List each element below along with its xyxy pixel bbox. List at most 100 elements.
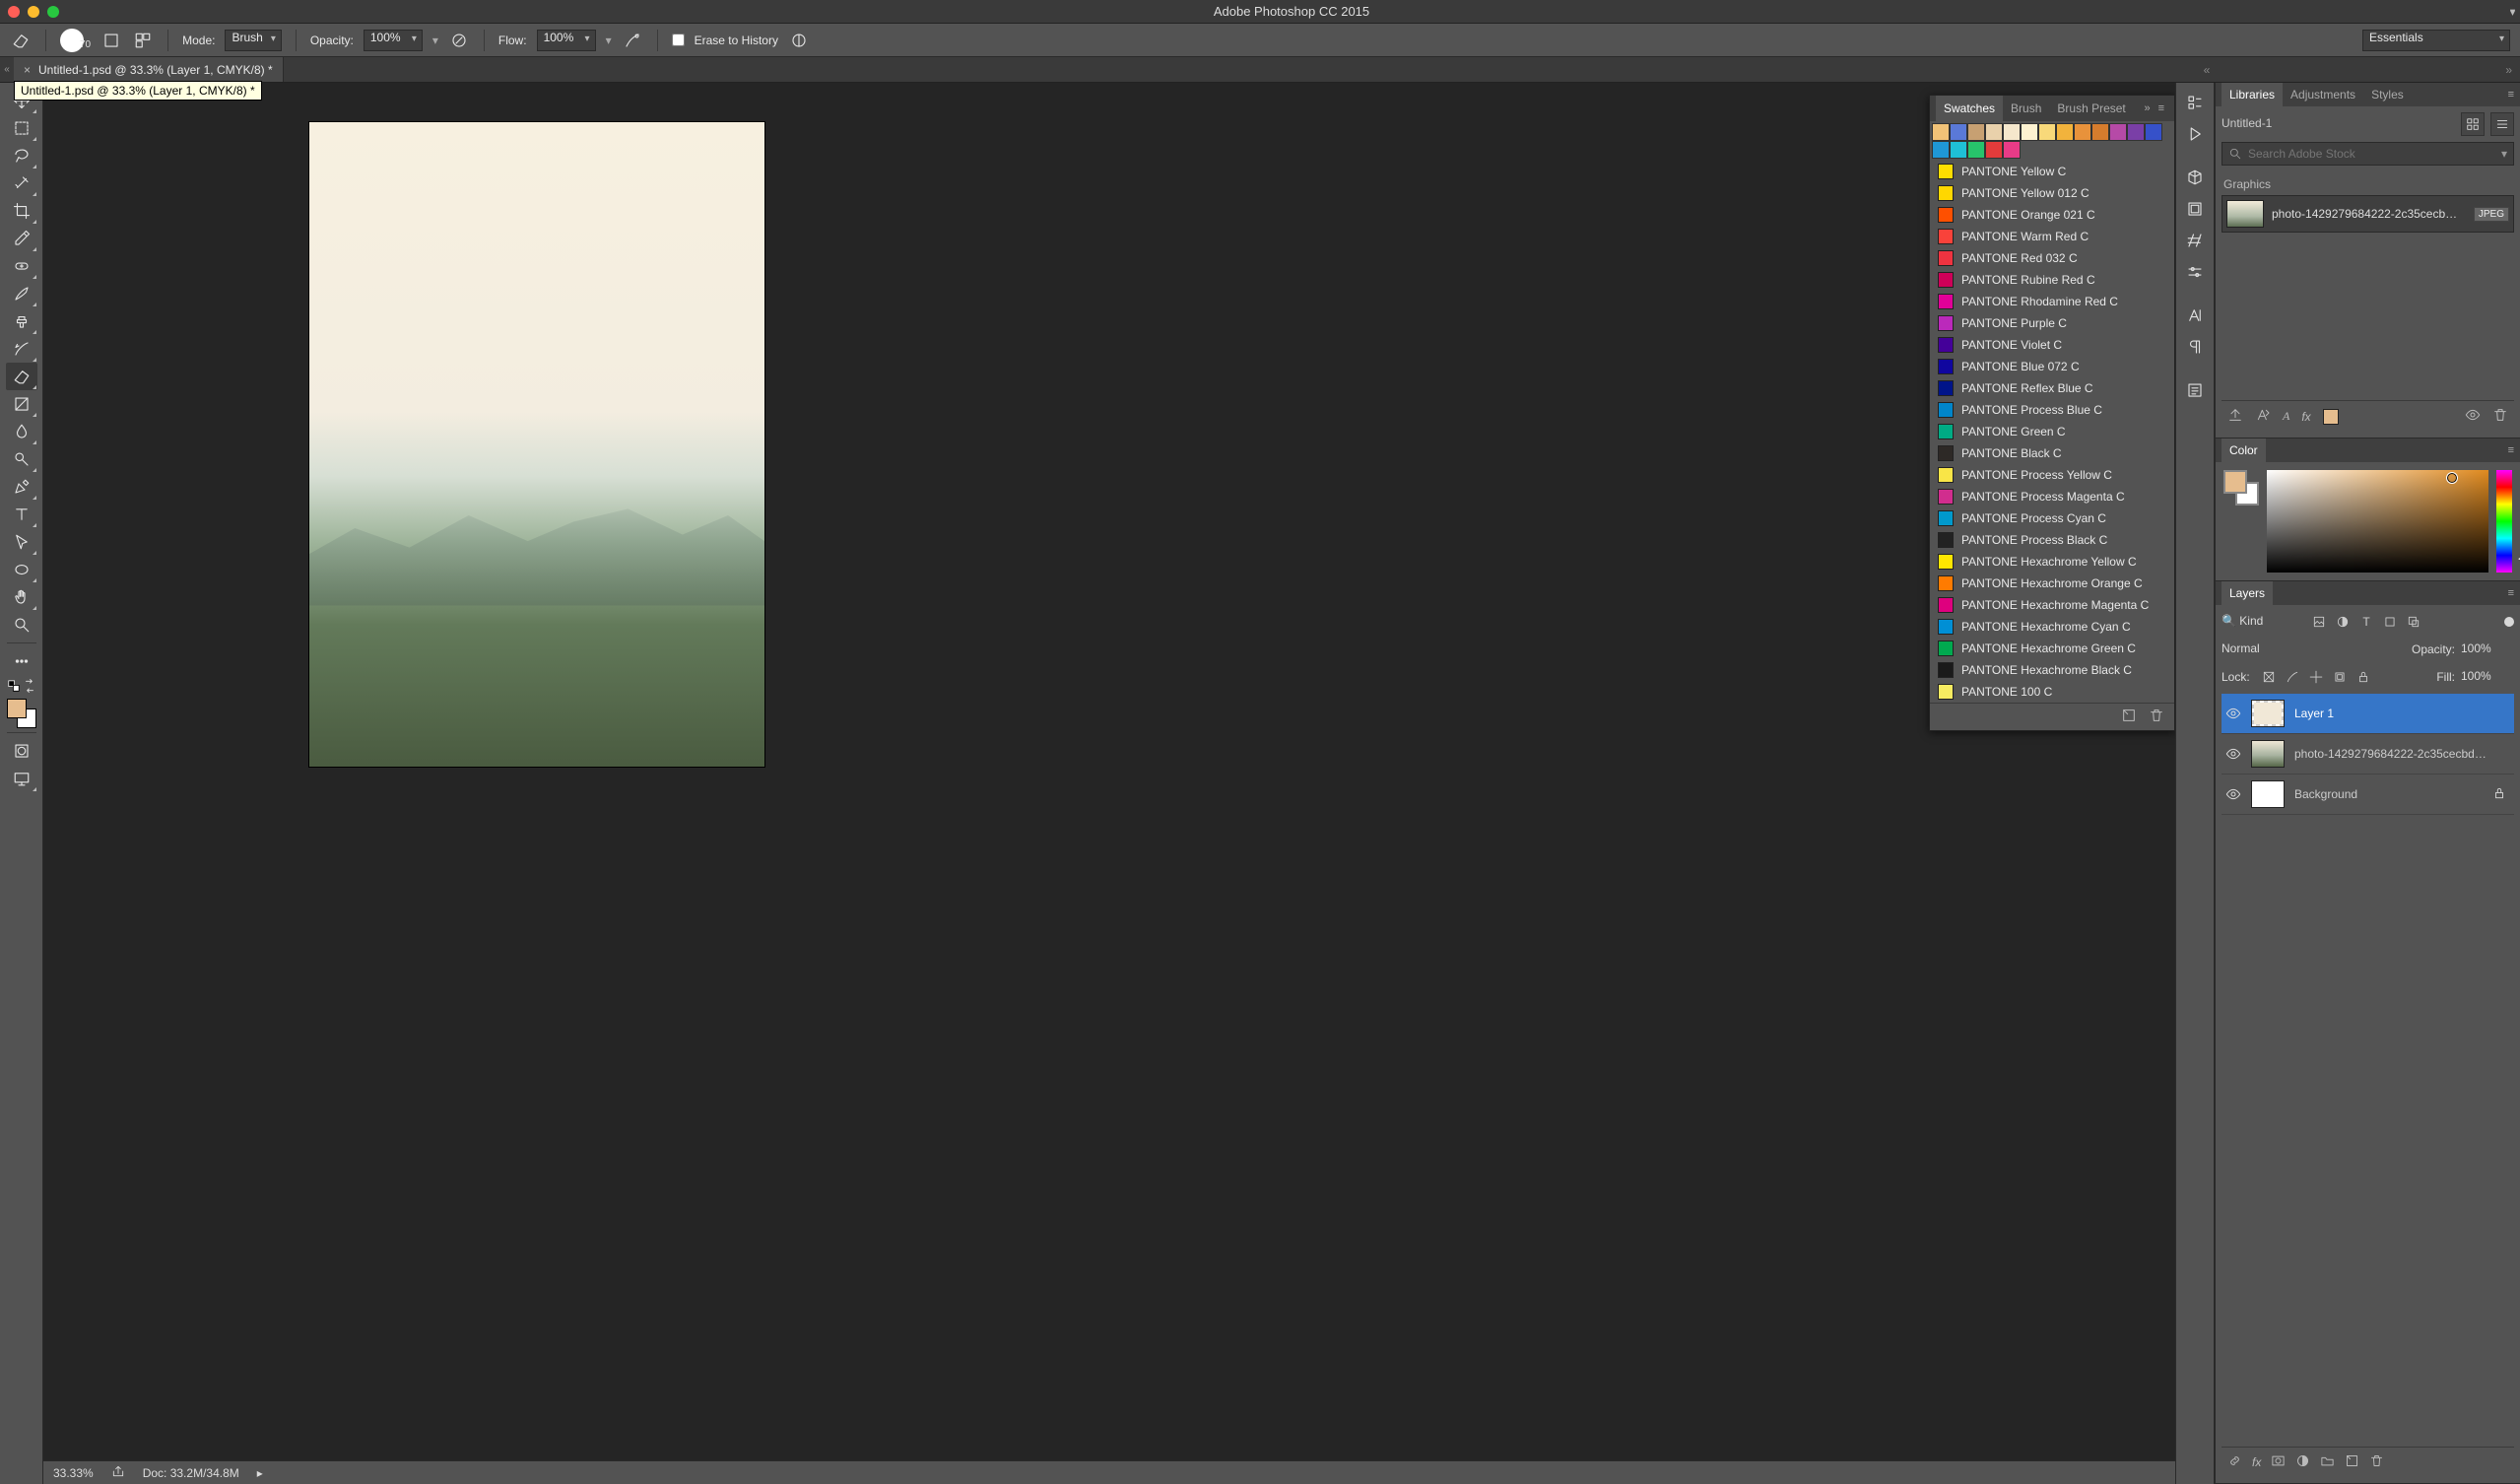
swatch-item[interactable]: PANTONE Purple C — [1930, 312, 2174, 334]
swatch-item[interactable]: PANTONE Process Yellow C — [1930, 464, 2174, 486]
layer-item[interactable]: photo-1429279684222-2c35cecbd… — [2222, 734, 2514, 775]
workspace-select[interactable]: Essentials — [2362, 30, 2510, 51]
lock-artboard-icon[interactable] — [2331, 668, 2349, 686]
swatch-item[interactable]: PANTONE Process Cyan C — [1930, 507, 2174, 529]
panel-collapse-left[interactable]: « — [2204, 63, 2211, 77]
3d-panel-icon[interactable] — [2181, 164, 2209, 191]
swatch-item[interactable]: PANTONE Hexachrome Yellow C — [1930, 551, 2174, 573]
doc-info[interactable]: Doc: 33.2M/34.8M — [143, 1466, 239, 1480]
new-swatch-icon[interactable] — [2121, 708, 2137, 726]
swatch-item[interactable]: PANTONE Hexachrome Magenta C — [1930, 594, 2174, 616]
swatch-chip[interactable] — [2003, 141, 2021, 159]
dodge-tool[interactable] — [6, 445, 37, 473]
zoom-level[interactable]: 33.33% — [53, 1466, 94, 1480]
swatch-item[interactable]: PANTONE Hexachrome Green C — [1930, 638, 2174, 659]
add-layer-style-icon[interactable]: fx — [2301, 410, 2310, 424]
shape-tool[interactable] — [6, 556, 37, 583]
swatch-chip[interactable] — [2038, 123, 2056, 141]
swatch-item[interactable]: PANTONE Warm Red C — [1930, 226, 2174, 247]
filter-type-icon[interactable]: T — [2357, 613, 2375, 631]
add-color-icon[interactable] — [2323, 409, 2339, 425]
tab-adjustments[interactable]: Adjustments — [2283, 83, 2363, 106]
swatch-item[interactable]: PANTONE Rhodamine Red C — [1930, 291, 2174, 312]
edit-toolbar[interactable] — [6, 647, 37, 675]
delete-swatch-icon[interactable] — [2149, 708, 2164, 726]
swap-colors-icon[interactable] — [23, 679, 36, 693]
swatch-chip[interactable] — [2127, 123, 2145, 141]
history-brush-tool[interactable] — [6, 335, 37, 363]
adjustment-layer-icon[interactable] — [2295, 1453, 2310, 1471]
healing-brush-tool[interactable] — [6, 252, 37, 280]
color-swatch-pair[interactable] — [2223, 470, 2259, 573]
swatch-chip[interactable] — [1967, 123, 1985, 141]
panel-menu-icon[interactable]: ≡ — [2508, 587, 2514, 599]
filter-type-select[interactable]: 🔍 Kind — [2222, 611, 2300, 633]
swatch-chip[interactable] — [1932, 123, 1950, 141]
layer-item[interactable]: Background — [2222, 775, 2514, 815]
delete-layer-icon[interactable] — [2369, 1453, 2384, 1471]
tab-styles[interactable]: Styles — [2363, 83, 2412, 106]
swatch-chip[interactable] — [1950, 141, 1967, 159]
layer-name[interactable]: photo-1429279684222-2c35cecbd… — [2294, 747, 2510, 761]
magic-wand-tool[interactable] — [6, 169, 37, 197]
mode-select[interactable]: Brush — [225, 30, 281, 51]
layer-name[interactable]: Background — [2294, 787, 2483, 801]
lasso-tool[interactable] — [6, 142, 37, 169]
grid-view-icon[interactable] — [2461, 112, 2485, 136]
minimize-window[interactable] — [28, 6, 39, 18]
adjustments-panel-icon[interactable] — [2181, 258, 2209, 286]
swatch-item[interactable]: PANTONE Orange 021 C — [1930, 204, 2174, 226]
screen-mode-icon[interactable] — [6, 765, 37, 792]
swatch-item[interactable]: PANTONE Black C — [1930, 442, 2174, 464]
swatch-item[interactable]: PANTONE Hexachrome Black C — [1930, 659, 2174, 681]
tab-swatches[interactable]: Swatches — [1936, 96, 2003, 121]
eyedropper-tool[interactable] — [6, 225, 37, 252]
share-icon[interactable] — [111, 1464, 125, 1481]
close-tab-icon[interactable]: × — [24, 63, 31, 77]
swatches-list[interactable]: PANTONE Yellow CPANTONE Yellow 012 CPANT… — [1930, 161, 2174, 703]
panel-menu-icon[interactable]: ≡ — [2508, 444, 2514, 456]
airbrush-icon[interactable] — [622, 30, 643, 51]
layer-fill-select[interactable]: 100% — [2461, 666, 2514, 688]
swatch-chip[interactable] — [2021, 123, 2038, 141]
blend-mode-select[interactable]: Normal — [2222, 639, 2406, 660]
opacity-select[interactable]: 100% — [364, 30, 423, 51]
foreground-color[interactable] — [7, 699, 27, 718]
crop-tool[interactable] — [6, 197, 37, 225]
info-panel-icon[interactable] — [2181, 227, 2209, 254]
brush-picker-icon[interactable] — [100, 30, 122, 51]
panel-menu-icon[interactable]: ≡ — [2155, 102, 2168, 114]
eraser-tool[interactable] — [6, 363, 37, 390]
eraser-tool-icon[interactable] — [10, 30, 32, 51]
swatch-chip[interactable] — [1985, 123, 2003, 141]
lock-icon[interactable] — [2492, 786, 2506, 803]
library-asset[interactable]: photo-1429279684222-2c35cecb… JPEG — [2222, 195, 2514, 233]
character-panel-icon[interactable] — [2181, 302, 2209, 329]
swatch-item[interactable]: PANTONE Hexachrome Cyan C — [1930, 616, 2174, 638]
library-visibility-icon[interactable] — [2465, 407, 2481, 426]
filter-smart-icon[interactable] — [2405, 613, 2422, 631]
panel-collapse-right[interactable]: » — [2505, 63, 2512, 77]
opacity-pressure-icon[interactable] — [448, 30, 470, 51]
foreground-background-colors[interactable] — [7, 699, 36, 728]
swatch-item[interactable]: PANTONE Blue 072 C — [1930, 356, 2174, 377]
swatch-chip[interactable] — [2145, 123, 2162, 141]
pen-tool[interactable] — [6, 473, 37, 501]
quick-mask-icon[interactable] — [6, 737, 37, 765]
swatch-item[interactable]: PANTONE Process Magenta C — [1930, 486, 2174, 507]
tab-brush-presets[interactable]: Brush Preset — [2049, 96, 2133, 121]
swatch-chip[interactable] — [2074, 123, 2091, 141]
actions-panel-icon[interactable] — [2181, 120, 2209, 148]
swatch-item[interactable]: PANTONE Red 032 C — [1930, 247, 2174, 269]
brush-tool[interactable] — [6, 280, 37, 307]
swatch-item[interactable]: PANTONE Yellow 012 C — [1930, 182, 2174, 204]
swatch-item[interactable]: PANTONE Green C — [1930, 421, 2174, 442]
brush-panel-icon[interactable] — [132, 30, 154, 51]
swatch-chip[interactable] — [2091, 123, 2109, 141]
swatch-item[interactable]: PANTONE Process Blue C — [1930, 399, 2174, 421]
filter-toggle[interactable] — [2504, 617, 2514, 627]
layer-opacity-select[interactable]: 100% — [2461, 639, 2514, 660]
library-delete-icon[interactable] — [2492, 407, 2508, 426]
swatch-chip[interactable] — [1932, 141, 1950, 159]
swatch-chip[interactable] — [2003, 123, 2021, 141]
